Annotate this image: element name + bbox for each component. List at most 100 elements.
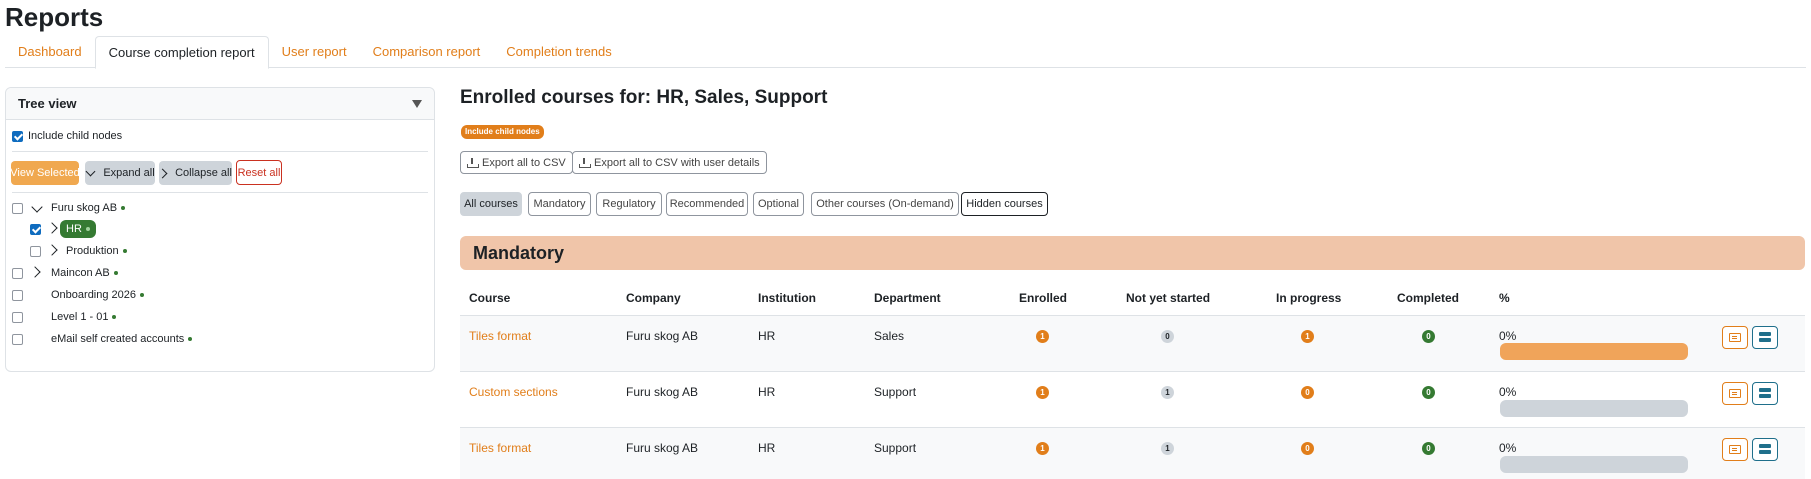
enrolled-count-badge: 1 [1036, 330, 1049, 343]
course-data-button[interactable] [1752, 326, 1778, 349]
filter-recommended[interactable]: Recommended [666, 192, 748, 216]
tree-node-checkbox[interactable] [12, 333, 23, 345]
tree-view-header[interactable]: Tree view [6, 88, 434, 120]
view-selected-button[interactable]: View Selected [10, 161, 80, 185]
progress-bar [1500, 343, 1688, 360]
export-csv-button[interactable]: Export all to CSV [460, 151, 573, 174]
tree-node-label[interactable]: Onboarding 2026 [51, 289, 136, 301]
enrolled-count-badge: 1 [1036, 442, 1049, 455]
reset-all-button[interactable]: Reset all [236, 160, 282, 185]
tree-node-checkbox[interactable] [12, 289, 23, 301]
column-header-company[interactable]: Company [626, 290, 681, 306]
include-child-nodes-label: Include child nodes [28, 130, 123, 142]
collapse-all-button[interactable]: Collapse all [157, 161, 232, 185]
not-started-count-badge: 1 [1161, 386, 1174, 399]
completed-count-badge: 0 [1422, 386, 1435, 399]
not-started-count-badge: 1 [1161, 442, 1174, 455]
course-link[interactable]: Tiles format [469, 329, 531, 343]
course-data-button[interactable] [1752, 382, 1778, 405]
column-header-not-yet-started[interactable]: Not yet started [1126, 290, 1210, 306]
chevron-down-icon [85, 166, 96, 176]
chevron-right-icon [157, 168, 168, 178]
tree-node-label[interactable]: Maincon AB [51, 267, 110, 279]
tree-node-checkbox[interactable] [30, 223, 41, 235]
expand-all-button[interactable]: Expand all [85, 161, 155, 185]
company-cell: Furu skog AB [626, 329, 699, 343]
column-header-enrolled[interactable]: Enrolled [1019, 290, 1067, 306]
tree-node-toggle[interactable] [31, 201, 45, 214]
report-tabs: Dashboard Course completion report User … [5, 36, 1806, 69]
course-details-button[interactable] [1722, 326, 1748, 349]
tree-node-toggle[interactable] [29, 266, 43, 279]
column-header-percent[interactable]: % [1499, 290, 1510, 306]
chevron-right-icon [46, 244, 58, 256]
institution-cell: HR [758, 329, 776, 343]
filter-mandatory[interactable]: Mandatory [528, 192, 591, 216]
course-details-button[interactable] [1722, 438, 1748, 461]
column-header-in-progress[interactable]: In progress [1276, 290, 1341, 306]
column-header-institution[interactable]: Institution [758, 290, 816, 306]
tree-node-checkbox[interactable] [30, 245, 41, 257]
tree-node-checkbox[interactable] [12, 311, 23, 323]
department-cell: Support [874, 385, 917, 399]
divider [12, 151, 428, 152]
column-header-course[interactable]: Course [469, 290, 510, 306]
column-header-department[interactable]: Department [874, 290, 941, 306]
export-csv-user-details-button[interactable]: Export all to CSV with user details [572, 151, 767, 174]
course-link[interactable]: Tiles format [469, 441, 531, 455]
chevron-right-icon [29, 266, 41, 278]
filter-other-courses[interactable]: Other courses (On-demand) [811, 192, 959, 216]
completed-count-badge: 0 [1422, 330, 1435, 343]
tab-dashboard[interactable]: Dashboard [5, 36, 95, 69]
company-cell: Furu skog AB [626, 385, 699, 399]
filter-hidden-courses[interactable]: Hidden courses [961, 192, 1048, 216]
collapse-all-label: Collapse all [175, 167, 232, 179]
chevron-down-icon [31, 201, 43, 213]
filter-all-courses[interactable]: All courses [460, 192, 522, 216]
filter-optional[interactable]: Optional [753, 192, 804, 216]
tree-node-label[interactable]: eMail self created accounts [51, 333, 184, 345]
tree-node-label[interactable]: Produktion [66, 245, 119, 257]
status-dot-icon [85, 227, 90, 231]
institution-cell: HR [758, 385, 776, 399]
page-title: Reports [5, 2, 104, 32]
status-dot-icon [112, 315, 117, 319]
course-data-button[interactable] [1752, 438, 1778, 461]
status-dot-icon [121, 206, 126, 210]
filter-regulatory[interactable]: Regulatory [596, 192, 662, 216]
include-child-nodes-checkbox[interactable] [12, 130, 23, 142]
tree-node-furu-skog-ab: Furu skog AB [12, 200, 126, 216]
table-divider [460, 371, 1805, 372]
tree-node-hr: HR [30, 218, 96, 240]
not-started-count-badge: 0 [1161, 330, 1174, 343]
tree-view-panel: Tree view Include child nodes View Selec… [5, 87, 435, 372]
enrolled-courses-title: Enrolled courses for: HR, Sales, Support [460, 87, 828, 108]
tree-node-label[interactable]: Level 1 - 01 [51, 311, 108, 323]
server-icon [1759, 388, 1771, 399]
tree-node-toggle[interactable] [46, 222, 58, 235]
tree-node-checkbox[interactable] [12, 202, 23, 214]
caret-down-icon[interactable] [412, 99, 422, 108]
course-details-button[interactable] [1722, 382, 1748, 405]
tab-completion-trends[interactable]: Completion trends [493, 36, 625, 69]
tab-user-report[interactable]: User report [269, 36, 360, 69]
percent-label: 0% [1499, 329, 1517, 343]
progress-bar [1500, 456, 1688, 473]
expand-all-label: Expand all [103, 167, 155, 179]
course-link[interactable]: Custom sections [469, 385, 558, 399]
export-csv-user-details-label: Export all to CSV with user details [594, 156, 760, 169]
tab-comparison-report[interactable]: Comparison report [360, 36, 494, 69]
tree-node-label[interactable]: Furu skog AB [51, 202, 117, 214]
tab-course-completion-report[interactable]: Course completion report [94, 36, 269, 69]
percent-label: 0% [1499, 441, 1517, 455]
tree-node-selected-pill[interactable]: HR [60, 220, 96, 238]
company-cell: Furu skog AB [626, 441, 699, 455]
tree-node-checkbox[interactable] [12, 267, 23, 279]
progress-bar [1500, 400, 1688, 417]
status-dot-icon [122, 249, 127, 253]
column-header-completed[interactable]: Completed [1397, 290, 1459, 306]
tree-node-toggle[interactable] [46, 244, 58, 257]
tree-node-onboarding-2026: Onboarding 2026 [12, 287, 145, 303]
tree-view-title: Tree view [18, 96, 77, 111]
section-header-mandatory: Mandatory [460, 236, 1805, 270]
